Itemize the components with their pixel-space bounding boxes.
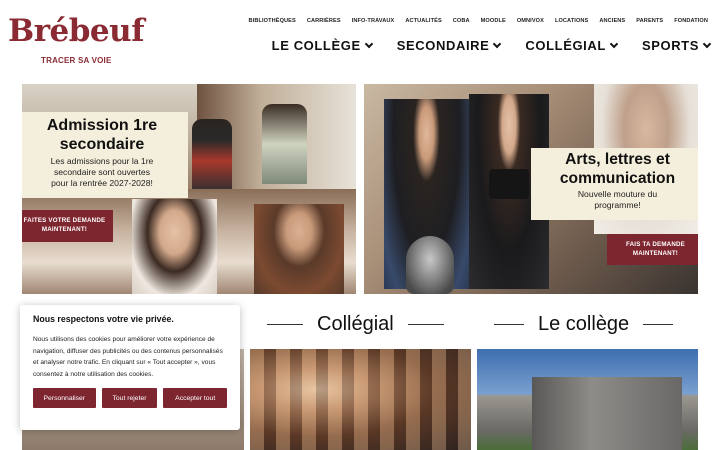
admission-cta-line1: FAITES VOTRE DEMANDE (23, 217, 106, 225)
utility-link-omnivox[interactable]: OMNIVOX (517, 18, 544, 24)
cookie-reject-button[interactable]: Tout rejeter (101, 388, 158, 409)
admission-cta-line2: MAINTENANT! (41, 226, 88, 233)
utility-link-actualites[interactable]: ACTUALITÉS (405, 18, 441, 24)
arts-text: Nouvelle mouture du programme! (531, 189, 698, 210)
admission-title-line1: Admission 1re (46, 117, 158, 134)
photo-student-backpack (262, 104, 307, 184)
utility-link-info-travaux[interactable]: INFO-TRAVAUX (352, 18, 395, 24)
admission-title: Admission 1re secondaire (22, 116, 188, 154)
arts-title-line1: Arts, lettres et (565, 151, 670, 168)
nav-le-college[interactable]: LE COLLÈGE (271, 38, 373, 53)
main-nav: LE COLLÈGE SECONDAIRE COLLÉGIAL SPORTS (271, 38, 712, 53)
arts-cta-line1: FAIS TA DEMANDE (625, 240, 686, 248)
nav-label: COLLÉGIAL (525, 38, 606, 53)
section-title-collegial: Collégial (317, 313, 394, 335)
cookie-accept-button[interactable]: Accepter tout (163, 388, 227, 409)
admission-text-line1: Les admissions pour la 1re (50, 156, 154, 167)
chevron-down-icon (609, 39, 619, 48)
tagline: TRACER SA VOIE (41, 56, 112, 65)
divider-line (643, 323, 674, 326)
photo-college-building-tile[interactable] (477, 349, 698, 450)
arts-cta-line2: MAINTENANT! (632, 249, 679, 257)
arts-card: Arts, lettres et communication Nouvelle … (531, 148, 698, 220)
nav-sports[interactable]: SPORTS (641, 38, 712, 53)
arts-title: Arts, lettres et communication (531, 151, 698, 188)
cookie-buttons: Personnaliser Tout rejeter Accepter tout (33, 388, 227, 409)
utility-link-coba[interactable]: COBA (453, 18, 470, 24)
utility-link-parents[interactable]: PARENTS (636, 18, 663, 24)
admission-text-line3: pour la rentrée 2027-2028! (51, 177, 153, 188)
arts-text-line1: Nouvelle mouture du (577, 189, 658, 200)
photo-student-smiling (132, 199, 217, 294)
utility-link-anciens[interactable]: ANCIENS (599, 18, 625, 24)
photo-building (532, 377, 682, 450)
admission-card: Admission 1re secondaire Les admissions … (22, 112, 188, 198)
nav-label: SPORTS (641, 38, 699, 53)
cookie-consent-dialog: Nous respectons votre vie privée. Nous u… (20, 305, 240, 430)
nav-collegial[interactable]: COLLÉGIAL (525, 38, 619, 53)
photo-student-red (192, 119, 232, 189)
brebeuf-logo[interactable]: Brébeuf (8, 13, 145, 49)
nav-label: LE COLLÈGE (271, 38, 361, 53)
section-heading-collegial: Collégial (267, 313, 444, 336)
photo-crowd (250, 349, 471, 450)
arts-title-line2: communication (559, 169, 676, 187)
admission-text-line2: secondaire sont ouvertes (53, 167, 151, 178)
hero-panel-admission[interactable]: Admission 1re secondaire Les admissions … (22, 84, 356, 294)
divider-line (407, 323, 444, 326)
photo-camera (489, 169, 529, 199)
nav-secondaire[interactable]: SECONDAIRE (396, 38, 502, 53)
arts-text-line2: programme! (594, 200, 641, 211)
logo-wordmark: Brébeuf (8, 13, 145, 49)
cookie-customize-button[interactable]: Personnaliser (33, 388, 96, 409)
cookie-text: Nous utilisons des cookies pour améliore… (33, 336, 223, 378)
chevron-down-icon (364, 39, 373, 48)
photo-collegial-tile[interactable] (250, 349, 471, 450)
divider-line (267, 323, 303, 326)
admission-cta-button[interactable]: FAITES VOTRE DEMANDE MAINTENANT! (22, 210, 113, 242)
photo-student-right (254, 204, 344, 294)
admission-text: Les admissions pour la 1re secondaire so… (22, 156, 188, 188)
hero-panel-arts[interactable]: Arts, lettres et communication Nouvelle … (364, 84, 698, 294)
chevron-down-icon (493, 39, 502, 48)
utility-link-locations[interactable]: LOCATIONS (555, 18, 588, 24)
nav-label: SECONDAIRE (396, 38, 490, 53)
admission-title-line2: secondaire (59, 136, 145, 154)
utility-link-carrieres[interactable]: CARRIÈRES (307, 18, 341, 24)
divider-line (494, 323, 524, 326)
cookie-title: Nous respectons votre vie privée. (33, 314, 174, 324)
section-heading-college: Le collège (494, 313, 674, 336)
section-title-college: Le collège (538, 313, 630, 335)
utility-link-moodle[interactable]: MOODLE (481, 18, 506, 24)
chevron-down-icon (702, 39, 712, 48)
utility-link-fondation[interactable]: FONDATION (674, 18, 708, 24)
utility-nav: BIBLIOTHÈQUES CARRIÈRES INFO-TRAVAUX ACT… (249, 18, 708, 24)
arts-cta-button[interactable]: FAIS TA DEMANDE MAINTENANT! (607, 234, 698, 265)
photo-microphone (406, 236, 454, 294)
utility-link-bibliotheques[interactable]: BIBLIOTHÈQUES (249, 18, 296, 24)
